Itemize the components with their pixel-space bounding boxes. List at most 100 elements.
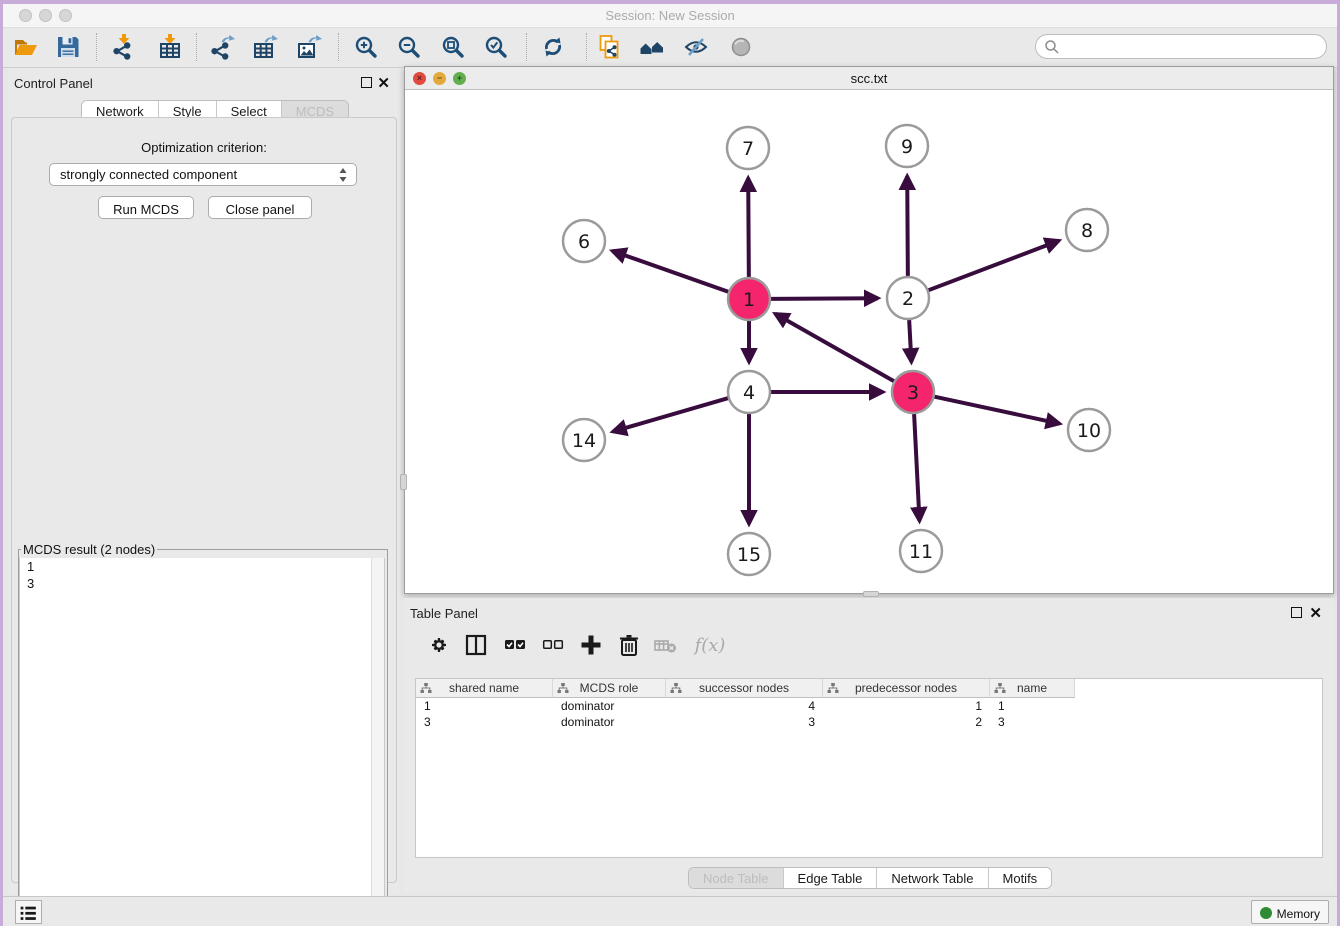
edge-3-1[interactable]	[775, 314, 894, 381]
select-all-icon	[502, 632, 528, 658]
select-all-button[interactable]	[502, 630, 532, 660]
table-row[interactable]: 3dominator323	[416, 714, 1322, 730]
network-canvas[interactable]: 7968124314101511	[405, 90, 1333, 593]
close-table-panel-icon[interactable]: ✕	[1309, 608, 1322, 619]
edge-1-2[interactable]	[771, 298, 878, 299]
column-header-predecessor-nodes[interactable]: predecessor nodes	[823, 679, 990, 698]
table-row[interactable]: 1dominator411	[416, 698, 1322, 714]
search-icon	[1044, 39, 1060, 55]
dropdown-value: strongly connected component	[60, 167, 237, 182]
apply-layout-button[interactable]	[539, 32, 567, 62]
close-panel-button[interactable]: Close panel	[208, 196, 312, 219]
network-graph: 7968124314101511	[405, 90, 1333, 593]
graph-node-label: 15	[737, 544, 761, 566]
search-input[interactable]	[1064, 37, 1314, 56]
column-header-shared-name[interactable]: shared name	[416, 679, 553, 698]
table-cell[interactable]: dominator	[553, 698, 666, 714]
result-scrollbar[interactable]	[371, 558, 384, 917]
edge-1-6[interactable]	[612, 251, 728, 292]
close-panel-icon[interactable]: ✕	[377, 78, 390, 89]
zoom-selected-button[interactable]	[482, 32, 510, 62]
table-cell[interactable]: 2	[823, 714, 990, 730]
zoom-out-icon	[396, 34, 422, 60]
table-header: shared nameMCDS role successor nodes prede…	[416, 679, 1322, 698]
network-window-titlebar[interactable]: × − + scc.txt	[405, 67, 1333, 90]
graph-node-label: 11	[909, 541, 933, 563]
column-hierarchy-icon	[670, 682, 682, 694]
export-image-button[interactable]	[295, 32, 323, 62]
save-session-button[interactable]	[54, 32, 82, 62]
export-network-button[interactable]	[208, 32, 236, 62]
delete-column-button[interactable]	[616, 630, 646, 660]
toolbar-separator	[338, 33, 339, 61]
edge-3-10[interactable]	[935, 397, 1060, 424]
memory-status-icon	[1260, 907, 1272, 919]
table-cell[interactable]: 1	[823, 698, 990, 714]
trash-icon	[616, 632, 642, 658]
edge-2-9[interactable]	[907, 176, 908, 276]
column-header-MCDS-role[interactable]: MCDS role	[553, 679, 666, 698]
optimization-criterion-dropdown[interactable]: strongly connected component	[49, 163, 357, 186]
network-from-selection-button[interactable]	[595, 32, 623, 62]
tab-network-table[interactable]: Network Table	[877, 868, 988, 888]
vertical-splitter-grip[interactable]	[400, 474, 407, 490]
table-cell[interactable]: 3	[416, 714, 553, 730]
table-cell[interactable]: 1	[990, 698, 1075, 714]
first-neighbors-icon	[639, 34, 665, 60]
deselect-all-button[interactable]	[540, 630, 570, 660]
show-all-button[interactable]	[727, 32, 755, 62]
table-toolbar: f(x)	[412, 622, 1326, 666]
table-panel-title: Table Panel	[410, 606, 478, 621]
edge-2-8[interactable]	[929, 241, 1059, 291]
table-cell[interactable]: 4	[666, 698, 823, 714]
export-table-button[interactable]	[251, 32, 279, 62]
settings-gear-icon	[426, 632, 452, 658]
table-cell[interactable]: 3	[990, 714, 1075, 730]
function-builder-button[interactable]: f(x)	[690, 630, 730, 660]
column-header-name[interactable]: name	[990, 679, 1075, 698]
run-mcds-button[interactable]: Run MCDS	[98, 196, 194, 219]
horizontal-splitter-grip[interactable]	[863, 591, 879, 597]
node-table[interactable]: shared nameMCDS role successor nodes prede…	[415, 678, 1323, 858]
table-cell[interactable]: 1	[416, 698, 553, 714]
hide-selected-button[interactable]	[682, 32, 710, 62]
edge-2-3[interactable]	[909, 320, 911, 362]
tab-motifs[interactable]: Motifs	[989, 868, 1052, 888]
add-column-button[interactable]	[578, 630, 608, 660]
memory-button[interactable]: Memory	[1251, 900, 1329, 924]
float-panel-icon[interactable]	[361, 77, 372, 88]
task-history-button[interactable]	[15, 900, 42, 924]
delete-table-button[interactable]	[652, 630, 682, 660]
column-header-label: successor nodes	[699, 681, 789, 695]
zoom-fit-button[interactable]	[439, 32, 467, 62]
save-session-icon	[55, 34, 81, 60]
delete-table-icon	[652, 632, 678, 658]
import-network-button[interactable]	[110, 32, 138, 62]
tab-edge-table[interactable]: Edge Table	[784, 868, 878, 888]
float-table-panel-icon[interactable]	[1291, 607, 1302, 618]
import-table-button[interactable]	[156, 32, 184, 62]
column-header-successor-nodes[interactable]: successor nodes	[666, 679, 823, 698]
zoom-out-button[interactable]	[395, 32, 423, 62]
graph-node-label: 3	[907, 382, 919, 404]
table-panel-tabs: Node TableEdge TableNetwork TableMotifs	[688, 867, 1052, 889]
column-hierarchy-icon	[420, 682, 432, 694]
split-table-button[interactable]	[463, 630, 493, 660]
search-field[interactable]	[1035, 34, 1327, 59]
table-settings-button[interactable]	[426, 630, 456, 660]
control-panel: Control Panel ✕ NetworkStyleSelectMCDS O…	[8, 68, 400, 894]
open-file-button[interactable]	[12, 32, 40, 62]
edge-1-7[interactable]	[748, 178, 749, 277]
zoom-selected-icon	[483, 34, 509, 60]
zoom-in-button[interactable]	[352, 32, 380, 62]
first-neighbors-button[interactable]	[638, 32, 666, 62]
control-panel-title: Control Panel	[14, 76, 93, 91]
edge-3-11[interactable]	[914, 414, 919, 521]
table-cell[interactable]: 3	[666, 714, 823, 730]
network-view-window: × − + scc.txt 7968124314101511	[404, 66, 1334, 594]
table-cell[interactable]: dominator	[553, 714, 666, 730]
tab-node-table[interactable]: Node Table	[689, 868, 784, 888]
column-header-label: name	[1017, 681, 1047, 695]
graph-node-label: 9	[901, 136, 913, 158]
edge-4-14[interactable]	[613, 398, 728, 431]
